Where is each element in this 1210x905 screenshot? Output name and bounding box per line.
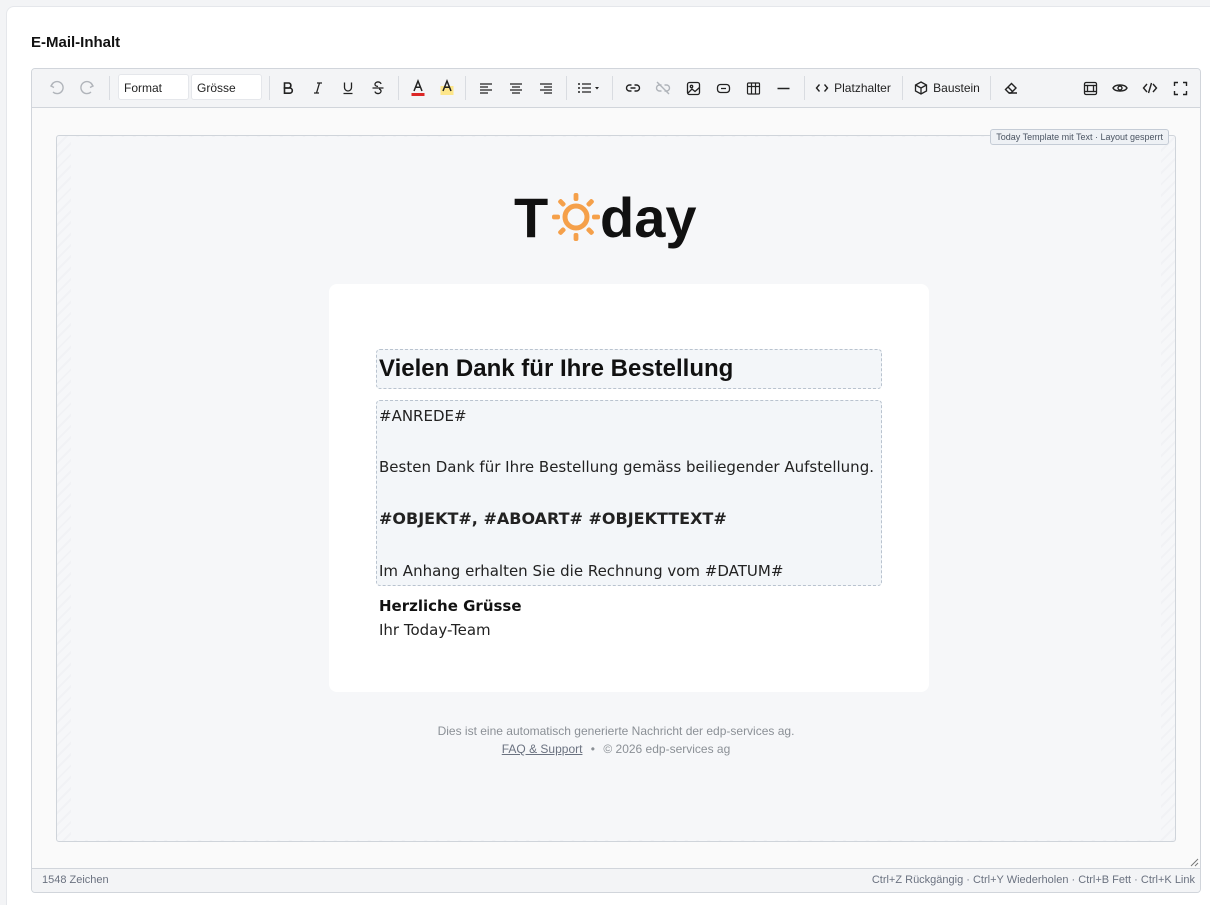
signature-team: Ihr Today-Team [379,621,491,639]
toolbar-separator [902,76,903,100]
list-icon[interactable] [575,75,603,101]
fullscreen-icon[interactable] [1169,75,1191,101]
highlight-icon[interactable] [436,75,458,101]
align-center-icon[interactable] [505,75,527,101]
toolbar-separator [612,76,613,100]
editable-heading-block[interactable]: Vielen Dank für Ihre Bestellung [376,349,882,389]
source-code-icon[interactable] [1139,75,1161,101]
toolbar-separator [398,76,399,100]
email-content-card: E-Mail-Inhalt Format Grösse Platzhalter … [6,6,1210,905]
template-body: T day Vielen Dank für Ihre Bestellung #A… [71,137,1161,840]
toolbar-separator [804,76,805,100]
footer-note: Dies ist eine automatisch generierte Nac… [437,724,795,738]
unlink-icon[interactable] [652,75,674,101]
undo-icon[interactable] [46,75,68,101]
horizontal-rule-icon[interactable] [772,75,794,101]
toolbar-separator [990,76,991,100]
toolbar-separator [465,76,466,100]
sun-icon [552,193,600,241]
editor-canvas[interactable]: T day Vielen Dank für Ihre Bestellung #A… [32,108,1200,868]
block-button[interactable]: Baustein [913,75,981,101]
align-left-icon[interactable] [475,75,497,101]
intro-text[interactable]: Besten Dank für Ihre Bestellung gemäss b… [379,458,874,476]
editor-toolbar: Format Grösse Platzhalter Baustein [32,69,1200,108]
text-color-icon[interactable] [407,75,429,101]
eraser-icon[interactable] [1000,75,1022,101]
footer-copyright: © 2026 edp-services ag [603,742,731,756]
section-title: E-Mail-Inhalt [31,34,121,51]
button-icon[interactable] [712,75,734,101]
toolbar-separator [109,76,110,100]
resize-handle-icon[interactable] [1190,858,1199,867]
invoice-text[interactable]: Im Anhang erhalten Sie die Rechnung vom … [379,562,783,580]
underline-icon[interactable] [337,75,359,101]
footer-links: FAQ & Support • © 2026 edp-services ag [71,742,1161,756]
redo-icon[interactable] [76,75,98,101]
code-icon [815,84,829,92]
italic-icon[interactable] [307,75,329,101]
image-icon[interactable] [682,75,704,101]
anrede-placeholder[interactable]: #ANREDE# [379,407,467,425]
email-card: Vielen Dank für Ihre Bestellung #ANREDE#… [329,284,929,692]
toolbar-separator [566,76,567,100]
eye-icon[interactable] [1109,75,1131,101]
logo-text: day [600,186,697,249]
object-placeholders[interactable]: #OBJEKT#, #ABOART# #OBJEKTTEXT# [379,509,727,528]
size-select[interactable]: Grösse [191,74,262,100]
char-count: 1548 Zeichen [42,874,109,886]
rich-text-editor: Format Grösse Platzhalter Baustein T day… [31,68,1201,893]
editor-statusbar: 1548 Zeichen Ctrl+Z Rückgängig · Ctrl+Y … [32,858,1200,892]
email-heading[interactable]: Vielen Dank für Ihre Bestellung [379,355,733,383]
bold-icon[interactable] [277,75,299,101]
template-frame: T day Vielen Dank für Ihre Bestellung #A… [56,129,1176,842]
align-right-icon[interactable] [535,75,557,101]
template-icon[interactable] [1079,75,1101,101]
table-icon[interactable] [742,75,764,101]
layout-locked-badge: Today Template mit Text · Layout gesperr… [990,129,1169,145]
cube-icon [914,81,928,95]
faq-support-link[interactable]: FAQ & Support [502,742,583,756]
editable-text-block[interactable]: #ANREDE# Besten Dank für Ihre Bestellung… [376,400,882,586]
today-logo: T day [71,185,1161,254]
placeholder-button[interactable]: Platzhalter [814,75,892,101]
strikethrough-icon[interactable] [367,75,389,101]
placeholder-button-label: Platzhalter [834,81,891,95]
toolbar-separator [269,76,270,100]
keyboard-shortcuts-hint: Ctrl+Z Rückgängig · Ctrl+Y Wiederholen ·… [871,874,1195,886]
block-button-label: Baustein [933,81,980,95]
link-icon[interactable] [622,75,644,101]
format-select[interactable]: Format [118,74,189,100]
logo-letter-t: T [514,186,548,249]
signature-greeting: Herzliche Grüsse [379,597,522,615]
footer-separator: • [590,742,595,756]
